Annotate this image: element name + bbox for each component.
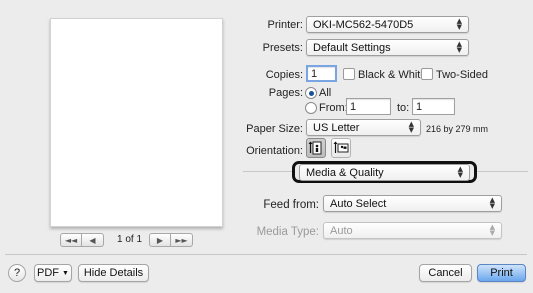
media-type-value: Auto [330,224,353,237]
pages-all-label: All [319,87,332,99]
paper-size-value: US Letter [313,121,360,134]
black-white-checkbox[interactable] [343,68,355,80]
printer-value: OKI-MC562-5470D5 [313,18,414,31]
presets-value: Default Settings [313,41,391,54]
print-preview-page [50,18,223,227]
next-page-icon[interactable]: ▶ [149,233,171,247]
feed-from-popup[interactable]: Auto Select ▲ ▼ [323,195,502,212]
media-type-popup: Auto ▲ ▼ [323,222,502,239]
presets-label: Presets: [262,42,303,54]
portrait-orientation-button[interactable] [306,138,326,158]
media-type-label: Media Type: [256,226,319,238]
portrait-orientation-icon [308,141,322,155]
preview-back-nav: ◄◄ ◀ [60,233,104,247]
chevron-updown-icon: ▲ ▼ [489,196,495,210]
chevron-updown-icon: ▲ ▼ [408,120,414,134]
two-sided-label: Two-Sided [436,69,488,81]
feed-from-label: Feed from: [263,199,319,211]
chevron-updown-icon: ▲ ▼ [489,223,495,237]
paper-size-popup[interactable]: US Letter ▲ ▼ [306,119,421,136]
copies-label: Copies: [265,69,303,81]
hide-details-button[interactable]: Hide Details [78,264,149,282]
help-icon[interactable]: ? [8,264,26,282]
preview-forward-nav: ▶ ►► [149,233,193,247]
printer-label: Printer: [267,19,303,31]
printer-popup[interactable]: OKI-MC562-5470D5 ▲ ▼ [306,16,469,33]
chevron-updown-icon: ▲ ▼ [456,17,462,31]
print-button[interactable]: Print [477,264,526,282]
pdf-menu-button[interactable]: PDF ▼ [34,264,72,282]
copies-input[interactable]: 1 [306,65,337,82]
last-page-icon[interactable]: ►► [171,233,193,247]
chevron-down-icon: ▼ [62,269,69,277]
pages-from-radio[interactable] [305,102,317,114]
orientation-label: Orientation: [246,145,303,157]
pages-label: Pages: [268,87,303,99]
previous-page-icon[interactable]: ◀ [82,233,104,247]
first-page-icon[interactable]: ◄◄ [60,233,82,247]
footer-divider [5,254,527,255]
landscape-orientation-icon [333,141,349,153]
pages-from-label: From: [319,102,348,114]
feed-from-value: Auto Select [330,197,387,210]
two-sided-checkbox[interactable] [421,68,433,80]
paper-size-label: Paper Size: [246,123,303,135]
chevron-updown-icon: ▲ ▼ [457,165,463,179]
page-indicator: 1 of 1 [117,234,143,245]
presets-popup[interactable]: Default Settings ▲ ▼ [306,39,469,56]
section-popup[interactable]: Media & Quality ▲ ▼ [299,164,470,181]
black-white-label: Black & White [358,69,427,81]
pages-to-input[interactable]: 1 [412,98,455,115]
radio-selected-dot [308,90,314,96]
pages-all-radio[interactable] [305,87,317,99]
chevron-updown-icon: ▲ ▼ [456,40,462,54]
section-value: Media & Quality [306,166,384,179]
cancel-button[interactable]: Cancel [419,264,472,282]
paper-dimensions: 216 by 279 mm [426,124,489,134]
pdf-label: PDF [37,267,60,279]
pages-from-input[interactable]: 1 [346,98,391,115]
landscape-orientation-button[interactable] [331,138,351,158]
pages-to-label: to: [397,102,410,114]
